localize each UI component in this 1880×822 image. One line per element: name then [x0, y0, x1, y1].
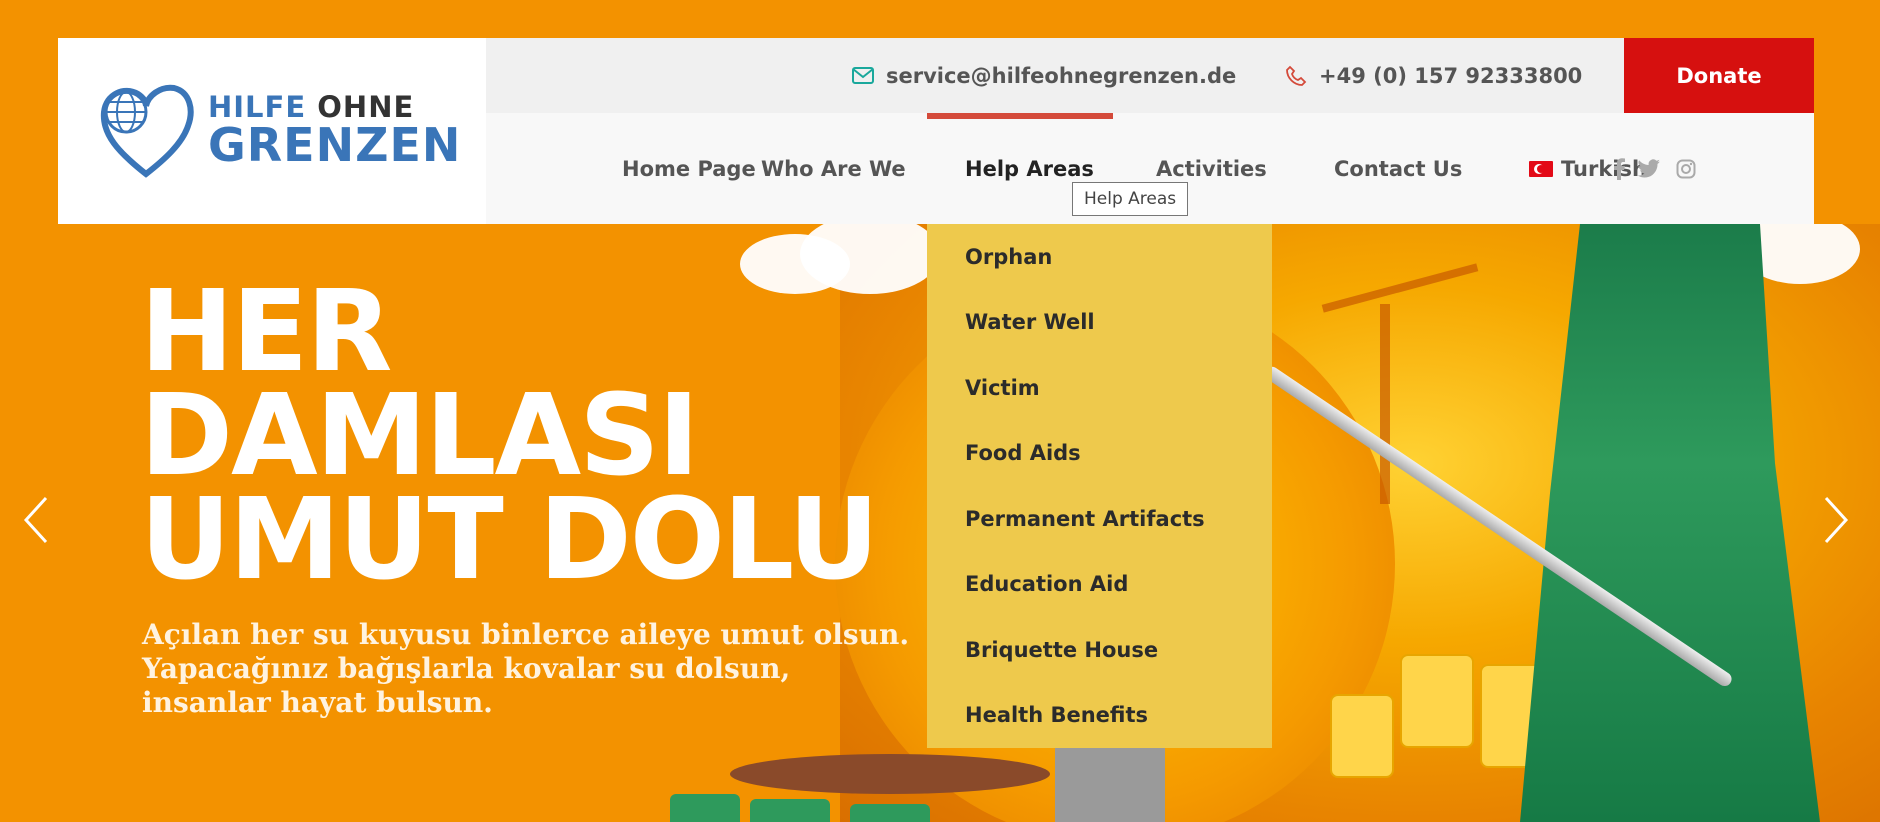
dropdown-item-health-benefits[interactable]: Health Benefits — [927, 683, 1272, 749]
nav-language-turkish[interactable]: Turkish — [1529, 113, 1647, 224]
hero-subtitle: Açılan her su kuyusu binlerce aileye umu… — [142, 618, 909, 720]
email-text: service@hilfeohnegrenzen.de — [886, 63, 1237, 88]
tree-trunk — [1380, 304, 1390, 504]
logo-word-grenzen: GRENZEN — [208, 118, 462, 172]
slider-next-arrow[interactable] — [1820, 490, 1854, 550]
jerrycan — [1400, 654, 1474, 748]
water-container — [850, 804, 930, 822]
hero-title: HER DAMLASI UMUT DOLU — [140, 267, 879, 605]
instagram-link[interactable] — [1676, 113, 1696, 224]
tooltip: Help Areas — [1072, 182, 1189, 216]
hero-subtitle-line: Yapacağınız bağışlarla kovalar su dolsun… — [142, 652, 791, 685]
contact-topbar: service@hilfeohnegrenzen.de +49 (0) 157 … — [486, 38, 1814, 113]
email-link[interactable]: service@hilfeohnegrenzen.de — [852, 38, 1236, 113]
slider-prev-arrow[interactable] — [18, 490, 52, 550]
hero-subtitle-line: insanlar hayat bulsun. — [142, 686, 493, 719]
logo-wordmark: HILFE OHNE GRENZEN — [208, 92, 461, 168]
hero-title-line: HER — [140, 267, 392, 397]
chevron-left-icon — [23, 496, 48, 544]
dropdown-item-briquette-house[interactable]: Briquette House — [927, 617, 1272, 683]
language-label: Turkish — [1561, 156, 1647, 181]
chevron-right-icon — [1824, 496, 1849, 544]
phone-link[interactable]: +49 (0) 157 92333800 — [1285, 38, 1582, 113]
donate-button[interactable]: Donate — [1624, 38, 1814, 113]
instagram-icon — [1676, 159, 1696, 178]
hero-subtitle-line: Açılan her su kuyusu binlerce aileye umu… — [142, 618, 910, 651]
water-basin — [730, 754, 1050, 794]
help-areas-dropdown: Orphan Water Well Victim Food Aids Perma… — [927, 224, 1272, 748]
envelope-icon — [852, 67, 874, 84]
turkey-flag-icon — [1529, 160, 1553, 177]
nav-who-are-we[interactable]: Who Are We — [761, 113, 906, 224]
dropdown-item-water-well[interactable]: Water Well — [927, 290, 1272, 356]
nav-home-page[interactable]: Home Page — [622, 113, 756, 224]
jerrycan — [1330, 694, 1394, 778]
dropdown-item-orphan[interactable]: Orphan — [927, 224, 1272, 290]
logo[interactable]: HILFE OHNE GRENZEN — [58, 38, 486, 224]
phone-icon — [1285, 65, 1307, 87]
hero-title-line: DAMLASI — [140, 371, 699, 501]
dropdown-item-food-aids[interactable]: Food Aids — [927, 421, 1272, 487]
site-header: HILFE OHNE GRENZEN service@hilfeohnegren… — [58, 38, 1814, 224]
dropdown-item-education-aid[interactable]: Education Aid — [927, 552, 1272, 618]
hero-title-line: UMUT DOLU — [140, 475, 879, 605]
twitter-link[interactable] — [1637, 113, 1661, 224]
dropdown-item-permanent-artifacts[interactable]: Permanent Artifacts — [927, 486, 1272, 552]
twitter-icon — [1637, 158, 1660, 177]
water-container — [750, 799, 830, 822]
well-pump — [1055, 744, 1165, 822]
dropdown-item-victim[interactable]: Victim — [927, 355, 1272, 421]
facebook-link[interactable] — [1612, 113, 1626, 224]
water-container — [670, 794, 740, 822]
facebook-icon — [1614, 157, 1625, 180]
phone-text: +49 (0) 157 92333800 — [1319, 63, 1583, 88]
nav-contact-us[interactable]: Contact Us — [1334, 113, 1462, 224]
heart-globe-logo-icon — [100, 84, 194, 178]
